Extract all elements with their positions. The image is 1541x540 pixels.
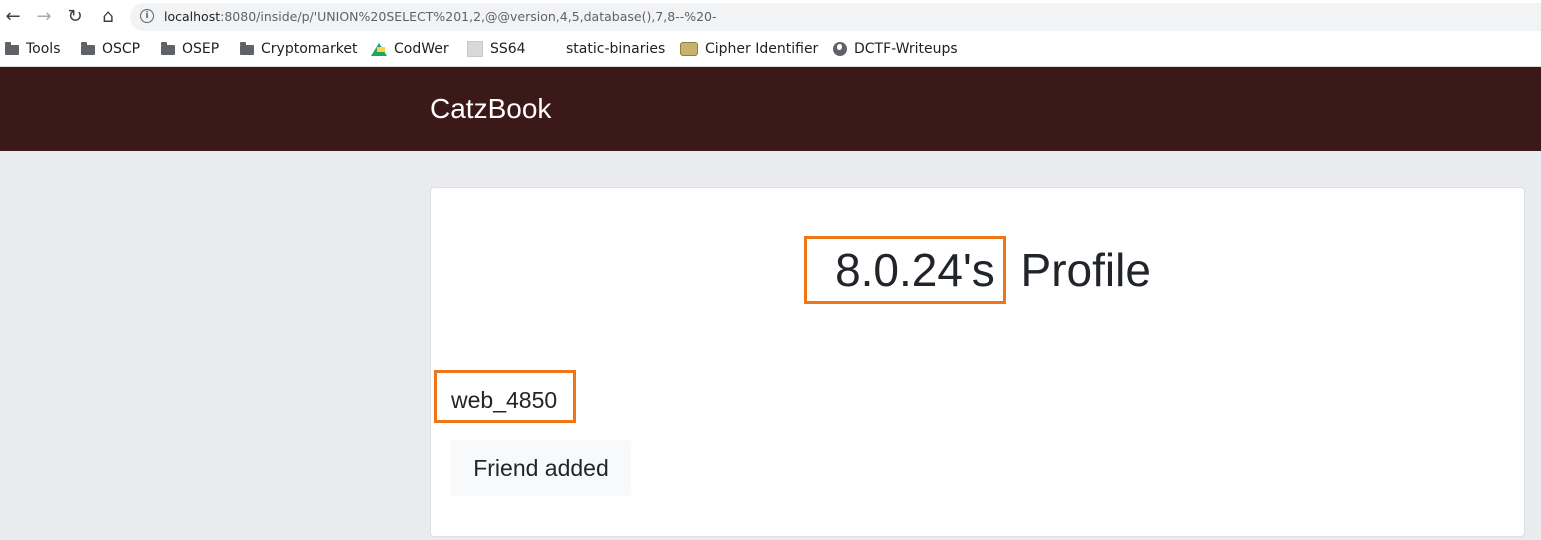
cipher-icon (680, 42, 698, 56)
url-host: localhost (164, 9, 221, 24)
url-path: :8080/inside/p/'UNION%20SELECT%201,2,@@v… (220, 9, 717, 24)
bookmark-label: DCTF-Writeups (854, 41, 958, 57)
folder-icon (240, 42, 254, 55)
folder-icon (161, 42, 175, 55)
page-icon (467, 41, 483, 57)
folder-icon (81, 42, 95, 55)
folder-icon (5, 42, 19, 55)
bookmark-label: CodWer (394, 41, 449, 57)
bookmark-label: Cipher Identifier (705, 41, 819, 57)
forward-arrow-icon[interactable]: → (33, 6, 55, 28)
friend-added-button[interactable]: Friend added (451, 440, 631, 496)
profile-suffix: Profile (1020, 244, 1151, 296)
bookmark-dctf-writeups[interactable]: DCTF-Writeups (833, 39, 958, 59)
reload-icon[interactable]: ↻ (64, 6, 86, 28)
bookmark-label: Cryptomarket (261, 41, 358, 57)
username: web_4850 (451, 387, 558, 413)
bookmark-label: SS64 (490, 41, 526, 57)
back-arrow-icon[interactable]: ← (2, 6, 24, 28)
url-text[interactable]: localhost:8080/inside/p/'UNION%20SELECT%… (164, 9, 717, 24)
bookmark-static-binaries[interactable]: static-binaries (566, 39, 665, 59)
profile-name: 8.0.24's (835, 244, 995, 296)
home-icon[interactable]: ⌂ (97, 6, 119, 28)
bookmark-osep[interactable]: OSEP (161, 39, 219, 59)
username-highlight: web_4850 (434, 370, 577, 423)
bookmark-label: OSCP (102, 41, 141, 57)
bookmark-ss64[interactable]: SS64 (467, 39, 526, 59)
bookmark-codwer[interactable]: CodWer (371, 39, 449, 59)
app-header: CatzBook (0, 67, 1541, 151)
bookmark-label: OSEP (182, 41, 220, 57)
brand-link[interactable]: CatzBook (430, 93, 551, 125)
profile-card: 8.0.24's Profile web_4850 Friend added (430, 187, 1525, 537)
address-bar[interactable]: i localhost:8080/inside/p/'UNION%20SELEC… (130, 3, 1541, 31)
bookmark-label: Tools (26, 41, 61, 57)
profile-name-highlight: 8.0.24's (804, 236, 1006, 304)
page-title: 8.0.24's Profile (431, 236, 1524, 304)
bookmark-label: static-binaries (566, 41, 666, 57)
bookmark-oscp[interactable]: OSCP (81, 39, 140, 59)
site-info-icon[interactable]: i (140, 9, 154, 23)
bookmark-tools[interactable]: Tools (5, 39, 61, 59)
bookmarks-bar: Tools OSCP OSEP Cryptomarket CodWer SS64… (0, 33, 1541, 67)
google-drive-icon (371, 42, 387, 56)
bookmark-cryptomarket[interactable]: Cryptomarket (240, 39, 357, 59)
browser-toolbar: ← → ↻ ⌂ i localhost:8080/inside/p/'UNION… (0, 0, 1541, 33)
globe-icon (833, 42, 847, 56)
bookmark-cipher-identifier[interactable]: Cipher Identifier (680, 39, 818, 59)
